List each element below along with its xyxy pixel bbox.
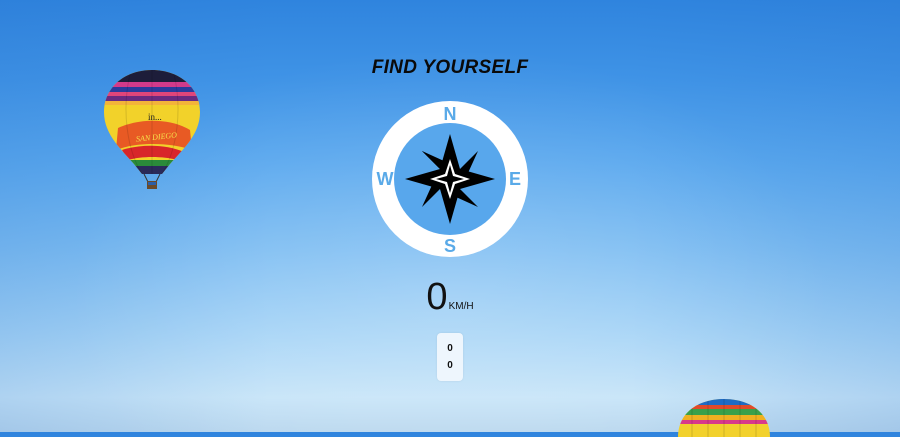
compass-north-label: N — [444, 104, 457, 124]
hot-air-balloon-left: in... SAN DIEGO — [104, 70, 200, 189]
page-title: FIND YOURSELF — [371, 57, 529, 78]
coordinate-second: 0 — [447, 359, 453, 371]
speed-readout: 0KM/H — [0, 276, 900, 318]
compass-icon: N E S W — [372, 101, 528, 257]
compass-east-label: E — [509, 169, 521, 189]
compass-south-label: S — [444, 236, 456, 256]
compass-west-label: W — [377, 169, 394, 189]
coordinate-first: 0 — [447, 342, 453, 354]
coordinates-panel: 0 0 — [437, 333, 463, 381]
speed-value: 0 — [426, 276, 448, 318]
hot-air-balloon-right — [678, 399, 770, 437]
speed-unit: KM/H — [448, 301, 474, 312]
balloon-text-top: in... — [148, 112, 162, 122]
